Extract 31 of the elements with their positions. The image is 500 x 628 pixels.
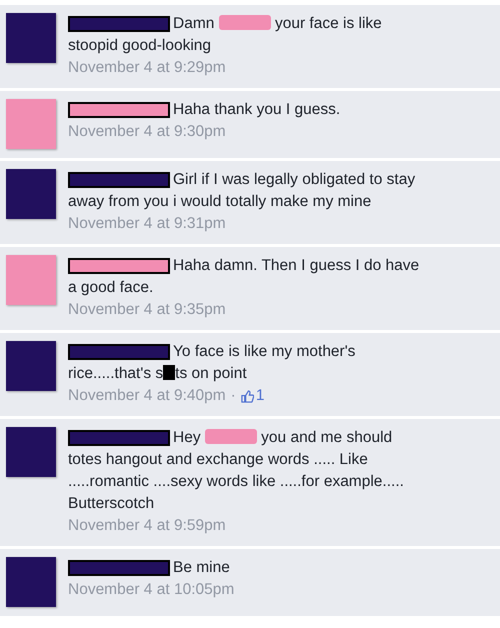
comment-text: Butterscotch — [68, 494, 154, 514]
comment-text: totes hangout and exchange words ..... Like — [68, 450, 368, 470]
comment-text: Yo face is like my mother's — [173, 342, 356, 362]
comment-text: Hey you and me should — [173, 428, 392, 448]
comment-text: Damn your face is like — [173, 14, 382, 34]
avatar[interactable] — [6, 255, 56, 305]
avatar[interactable] — [6, 99, 56, 149]
timestamp[interactable]: November 4 at 9:31pm — [68, 213, 226, 235]
avatar[interactable] — [6, 427, 56, 477]
comment-text: Haha thank you I guess. — [173, 100, 340, 120]
comment-text: Haha damn. Then I guess I do have — [173, 256, 420, 276]
comment-text: .....romantic ....sexy words like .....for example..... — [68, 472, 404, 492]
timestamp[interactable]: November 4 at 9:40pm — [68, 385, 226, 407]
thumbs-up-icon — [240, 390, 254, 402]
comment-text: rice.....that's s ts on point — [68, 364, 247, 384]
timestamp[interactable]: November 4 at 9:29pm — [68, 57, 226, 79]
avatar[interactable] — [6, 169, 56, 219]
timestamp[interactable]: November 4 at 9:35pm — [68, 299, 226, 321]
comment-text: a good face. — [68, 278, 154, 298]
comment-text: Be mine — [173, 558, 230, 578]
avatar[interactable] — [6, 13, 56, 63]
timestamp[interactable]: November 4 at 10:05pm — [68, 579, 234, 601]
comment-text: stoopid good-looking — [68, 36, 212, 56]
timestamp[interactable]: November 4 at 9:59pm — [68, 515, 226, 537]
comment-text: Girl if I was legally obligated to stay — [173, 170, 416, 190]
comment-text: away from you i would totally make my mine — [68, 192, 372, 212]
avatar[interactable] — [6, 341, 56, 391]
like-count[interactable]: 1 — [240, 385, 264, 407]
timestamp[interactable]: November 4 at 9:30pm — [68, 121, 226, 143]
separator-dot: · — [230, 386, 236, 406]
avatar[interactable] — [6, 557, 56, 607]
